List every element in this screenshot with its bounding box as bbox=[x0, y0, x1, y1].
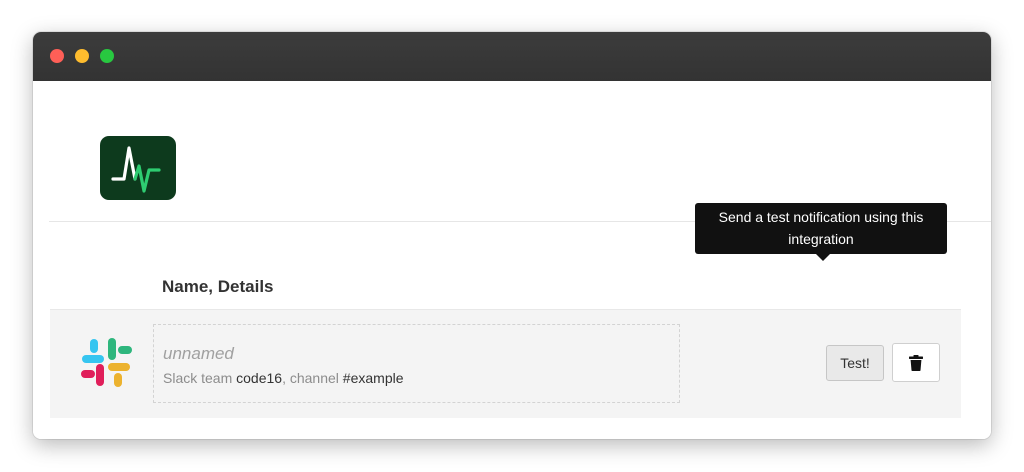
channel-value: #example bbox=[342, 370, 404, 386]
page-content: Name, Details unnamed Slack team code16,… bbox=[33, 81, 991, 439]
channel-label: channel bbox=[289, 370, 339, 386]
tooltip-arrow bbox=[816, 254, 830, 261]
trash-icon bbox=[909, 354, 923, 371]
test-tooltip: Send a test notification using this inte… bbox=[695, 203, 947, 254]
delete-button[interactable] bbox=[892, 343, 940, 382]
window-minimize-button[interactable] bbox=[75, 49, 89, 63]
team-label: Slack team bbox=[163, 370, 233, 386]
test-button[interactable]: Test! bbox=[826, 345, 884, 381]
info-separator: , bbox=[282, 370, 290, 386]
slack-icon bbox=[80, 336, 132, 388]
pulse-logo-icon[interactable] bbox=[100, 136, 176, 200]
window-titlebar bbox=[33, 32, 991, 81]
integration-row: unnamed Slack team code16, channel #exam… bbox=[50, 309, 961, 418]
integration-details[interactable]: unnamed Slack team code16, channel #exam… bbox=[153, 324, 680, 403]
integration-name: unnamed bbox=[163, 344, 234, 363]
column-header-name-details: Name, Details bbox=[162, 277, 274, 296]
window-close-button[interactable] bbox=[50, 49, 64, 63]
window-maximize-button[interactable] bbox=[100, 49, 114, 63]
integration-info: Slack team code16, channel #example bbox=[163, 370, 404, 386]
team-value: code16 bbox=[236, 370, 283, 386]
